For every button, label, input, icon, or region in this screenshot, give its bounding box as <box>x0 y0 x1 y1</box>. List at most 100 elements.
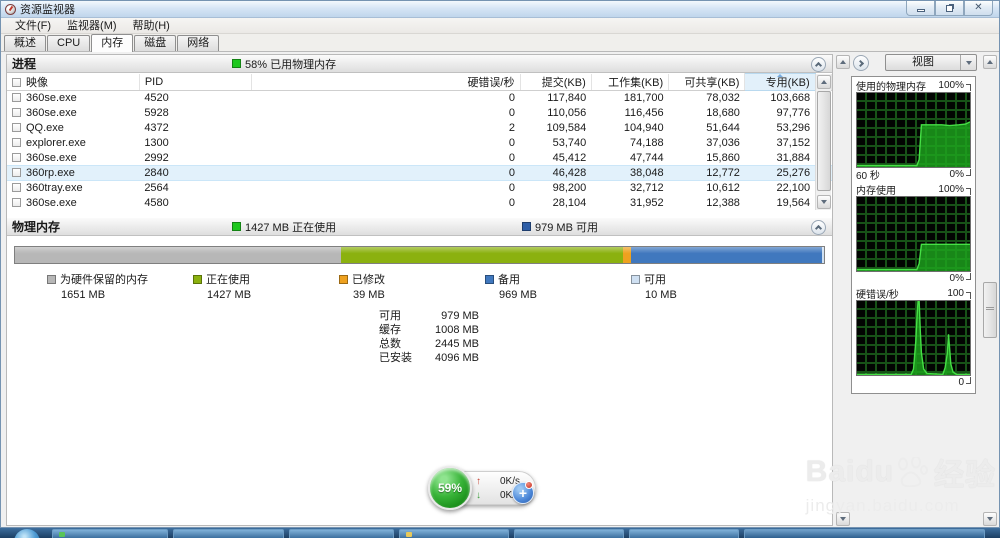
menu-item-文[interactable]: 文件(F) <box>7 18 59 34</box>
checkbox[interactable] <box>12 198 21 207</box>
tab-磁盘[interactable]: 磁盘 <box>134 35 176 51</box>
checkbox[interactable] <box>12 78 21 87</box>
titlebar[interactable]: 资源监视器 ✕ <box>1 1 999 18</box>
main-scrollbar[interactable] <box>835 54 850 527</box>
taskbar-button[interactable] <box>629 529 739 538</box>
graph-xlabel: 60 秒 <box>856 167 880 182</box>
memory-bar-segment <box>341 247 623 263</box>
checkbox[interactable] <box>12 108 21 117</box>
scroll-down-button[interactable] <box>817 195 831 209</box>
taskbar-button[interactable] <box>289 529 394 538</box>
tab-网络[interactable]: 网络 <box>177 35 219 51</box>
scrollbar-thumb[interactable] <box>817 91 831 191</box>
download-arrow-icon: ↓ <box>476 490 486 501</box>
column-header-3[interactable]: 硬错误/秒 <box>251 74 520 91</box>
process-row[interactable]: 360tray.exe2564098,20032,71210,61222,100 <box>7 181 832 196</box>
memory-collapse-button[interactable] <box>811 220 826 235</box>
bracket-icon <box>966 377 971 384</box>
legend-color-icon <box>193 275 202 284</box>
scroll-down-button[interactable] <box>983 512 997 526</box>
checkbox[interactable] <box>12 138 21 147</box>
checkbox[interactable] <box>12 183 21 192</box>
process-collapse-button[interactable] <box>811 57 826 72</box>
panel-collapse-button[interactable] <box>853 55 869 71</box>
taskbar-button[interactable] <box>173 529 284 538</box>
process-commit: 98,200 <box>520 181 591 196</box>
checkbox[interactable] <box>12 93 21 102</box>
process-shareable: 15,860 <box>669 151 745 166</box>
column-header-1[interactable]: 映像 <box>7 74 139 91</box>
column-header-5[interactable]: 工作集(KB) <box>591 74 668 91</box>
process-commit: 46,428 <box>520 166 591 181</box>
minimize-button[interactable] <box>906 1 935 16</box>
process-private: 22,100 <box>745 181 815 196</box>
arrow-down-icon <box>840 517 846 521</box>
taskbar-button[interactable] <box>52 529 168 538</box>
checkbox[interactable] <box>12 123 21 132</box>
process-image: 360se.exe <box>7 91 139 106</box>
menu-item-帮[interactable]: 帮助(H) <box>125 18 178 34</box>
memory-detail-row: 可用979 MB <box>379 309 832 323</box>
column-header-7[interactable]: 专用(KB) <box>745 74 815 91</box>
process-pid: 5928 <box>139 106 251 121</box>
scroll-down-button[interactable] <box>836 512 850 526</box>
scroll-up-button[interactable] <box>817 75 831 89</box>
process-row[interactable]: explorer.exe1300053,74074,18837,03637,15… <box>7 136 832 151</box>
panel-scrollbar[interactable] <box>982 54 998 527</box>
process-image: 360tray.exe <box>7 181 139 196</box>
column-header-4[interactable]: 提交(KB) <box>520 74 591 91</box>
close-icon: ✕ <box>974 3 982 13</box>
column-header-6[interactable]: 可共享(KB) <box>669 74 745 91</box>
process-shareable: 12,388 <box>669 196 745 211</box>
legend-value: 969 MB <box>499 289 631 301</box>
process-status: 58% 已用物理内存 <box>232 56 336 72</box>
memory-legend: 为硬件保留的内存1651 MB正在使用1427 MB已修改39 MB备用969 … <box>47 271 832 301</box>
view-button[interactable]: 视图 <box>885 54 977 71</box>
taskbar[interactable] <box>0 528 1000 538</box>
speedball-widget[interactable]: ↑ 0K/s ↓ 0K/s + 59% <box>428 466 538 510</box>
menu-item-监[interactable]: 监视器(M) <box>59 18 125 34</box>
grip-icon <box>986 307 994 310</box>
process-row[interactable]: 360se.exe59280110,056116,45618,68097,776 <box>7 106 832 121</box>
column-header-2[interactable]: PID <box>139 74 251 91</box>
start-orb[interactable] <box>14 529 40 538</box>
graph-min-label: 0 <box>958 377 964 388</box>
sort-indicator-icon <box>777 74 783 77</box>
memory-section-header[interactable]: 物理内存 1427 MB 正在使用 979 MB 可用 <box>7 218 832 236</box>
arrow-up-icon <box>840 60 846 64</box>
process-row[interactable]: 360rp.exe2840046,42838,04812,77225,276 <box>7 166 832 181</box>
view-dropdown[interactable] <box>960 55 976 70</box>
process-section-header[interactable]: 进程 58% 已用物理内存 <box>7 55 832 73</box>
taskbar-button[interactable] <box>399 529 509 538</box>
legend-label: 正在使用 <box>206 271 250 287</box>
tab-内存[interactable]: 内存 <box>91 34 133 52</box>
memory-composition-bar <box>14 246 825 264</box>
process-table-scrollbar[interactable] <box>815 74 831 210</box>
checkbox[interactable] <box>12 153 21 162</box>
bracket-icon <box>966 273 971 280</box>
process-row[interactable]: QQ.exe43722109,584104,94051,64453,296 <box>7 121 832 136</box>
taskbar-button[interactable] <box>514 529 624 538</box>
app-icon <box>59 532 65 537</box>
tab-CPU[interactable]: CPU <box>47 35 90 51</box>
memory-section: 物理内存 1427 MB 正在使用 979 MB 可用 为硬件保留的内存1651… <box>7 218 832 365</box>
taskbar-button[interactable] <box>744 529 985 538</box>
memory-usage-ball[interactable]: 59% <box>428 466 472 510</box>
memory-detail-row: 总数2445 MB <box>379 337 832 351</box>
process-row[interactable]: 360se.exe2992045,41247,74415,86031,884 <box>7 151 832 166</box>
accelerate-button[interactable]: + <box>512 482 534 504</box>
process-working-set: 32,712 <box>591 181 668 196</box>
checkbox[interactable] <box>12 168 21 177</box>
scroll-up-button[interactable] <box>836 55 850 69</box>
process-working-set: 116,456 <box>591 106 668 121</box>
restore-button[interactable] <box>935 1 964 16</box>
tab-概述[interactable]: 概述 <box>4 35 46 51</box>
window-controls: ✕ <box>906 1 993 16</box>
process-row[interactable]: 360se.exe4580028,10431,95212,38819,564 <box>7 196 832 211</box>
scroll-up-button[interactable] <box>983 55 997 69</box>
scrollbar-thumb[interactable] <box>983 282 997 338</box>
process-row[interactable]: 360se.exe45200117,840181,70078,032103,66… <box>7 91 832 106</box>
close-button[interactable]: ✕ <box>964 1 993 16</box>
detail-value: 4096 MB <box>423 351 479 365</box>
process-table-header-row: 映像PID硬错误/秒提交(KB)工作集(KB)可共享(KB)专用(KB) <box>7 74 832 91</box>
